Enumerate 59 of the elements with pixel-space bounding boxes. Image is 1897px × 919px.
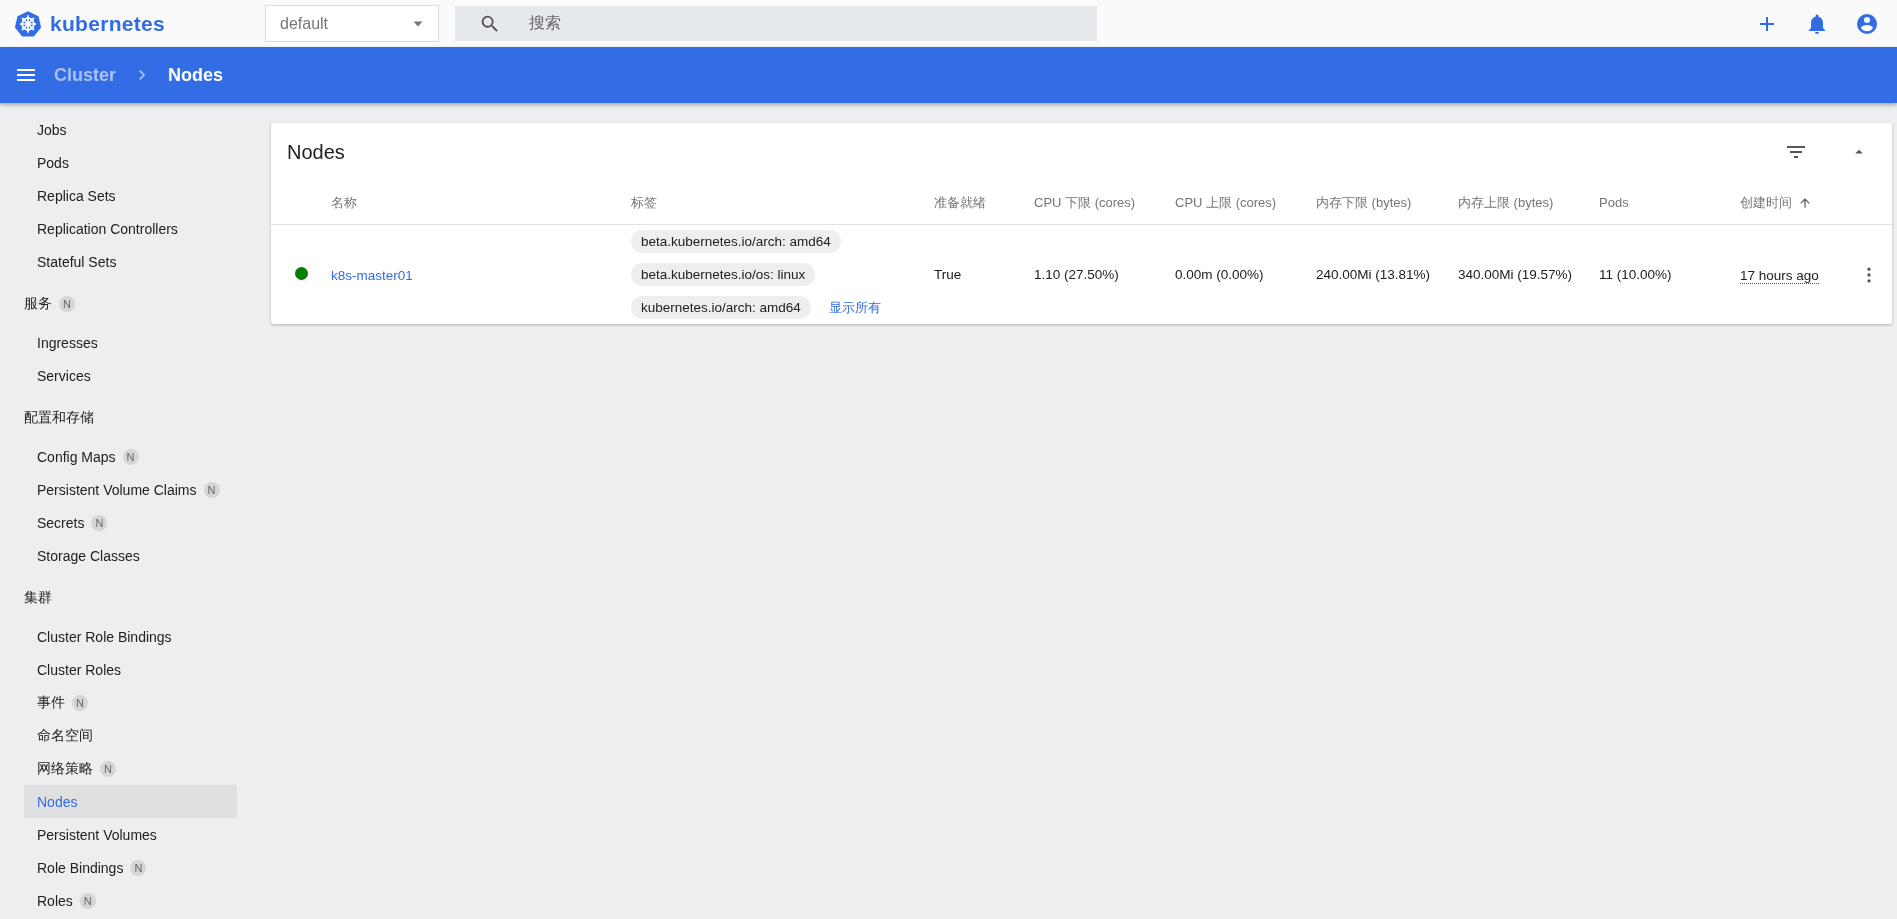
table-cell-text: 1.10 (27.50%) <box>1034 267 1120 282</box>
label-chip: kubernetes.io/arch: amd64 <box>631 296 811 319</box>
sidebar-item[interactable]: Services <box>24 359 237 392</box>
table-cell-text: 0.00m (0.00%) <box>1175 267 1265 282</box>
sidebar-item[interactable]: Stateful Sets <box>24 245 237 278</box>
column-header: 内存上限 (bytes) <box>1458 193 1554 212</box>
sidebar-item[interactable]: Pods <box>24 146 237 179</box>
sidebar-item[interactable]: Cluster Role Bindings <box>24 620 237 653</box>
sidebar-item[interactable]: Roles N <box>24 884 237 917</box>
column-header: 名称 <box>331 193 357 212</box>
new-badge: N <box>122 448 139 465</box>
card-title: Nodes <box>287 140 346 164</box>
new-badge: N <box>79 892 96 909</box>
sidebar-item[interactable]: Cluster Roles <box>24 653 237 686</box>
sidebar-section-title: 配置和存储 <box>24 409 94 427</box>
sidebar-item[interactable]: Replica Sets <box>24 179 237 212</box>
sidebar-item[interactable]: Config Maps N <box>24 440 237 473</box>
column-header: CPU 上限 (cores) <box>1175 193 1277 212</box>
kubernetes-logo-icon <box>14 9 42 38</box>
sidebar-item[interactable]: Nodes <box>24 785 237 818</box>
table-cell-text: 11 (10.00%) <box>1599 267 1673 282</box>
column-header: CPU 下限 (cores) <box>1034 193 1136 212</box>
created-time: 17 hours ago <box>1740 267 1819 284</box>
table-cell-text: 340.00Mi (19.57%) <box>1458 267 1574 282</box>
new-badge: N <box>59 296 75 312</box>
sidebar-item[interactable]: Role Bindings N <box>24 851 237 884</box>
sidebar-item[interactable]: Jobs <box>24 113 237 146</box>
sidebar-section-title: 服务 <box>24 295 52 313</box>
show-all-link[interactable]: 显示所有 <box>828 298 881 317</box>
sidebar-item[interactable]: Persistent Volumes <box>24 818 237 851</box>
sidebar-item[interactable]: Ingresses <box>24 326 237 359</box>
new-badge: N <box>72 694 88 711</box>
table-cell-text: True <box>934 267 963 282</box>
logo-text: kubernetes <box>50 11 166 36</box>
sidebar-item[interactable]: Persistent Volume Claims N <box>24 473 237 506</box>
new-badge: N <box>91 514 108 531</box>
sidebar-item[interactable]: 网络策略 N <box>24 752 237 785</box>
column-header: Pods <box>1599 195 1629 210</box>
label-chip: beta.kubernetes.io/arch: amd64 <box>631 230 841 253</box>
search-field[interactable]: 搜索 <box>455 6 1097 41</box>
sidebar-item[interactable]: Replication Controllers <box>24 212 237 245</box>
new-badge: N <box>100 760 116 777</box>
column-header: 内存下限 (bytes) <box>1316 193 1412 212</box>
column-header: 创建时间 <box>1740 193 1792 212</box>
new-badge: N <box>130 859 147 876</box>
breadcrumb-link[interactable]: Nodes <box>168 64 224 86</box>
sidebar-section-title: 集群 <box>24 589 52 607</box>
label-chip: beta.kubernetes.io/os: linux <box>631 263 816 286</box>
sidebar-item[interactable]: Storage Classes <box>24 539 237 572</box>
node-link[interactable]: k8s-master01 <box>331 267 413 283</box>
table-cell-text: 240.00Mi (13.81%) <box>1316 267 1432 282</box>
user-icon[interactable] <box>1855 11 1879 36</box>
column-header: 准备就绪 <box>934 193 986 212</box>
sidebar-item[interactable]: 事件 N <box>24 686 237 719</box>
column-header: 标签 <box>631 193 657 212</box>
new-badge: N <box>203 481 220 498</box>
sidebar-item[interactable]: 命名空间 <box>24 719 237 752</box>
namespace-select[interactable]: default <box>265 5 439 42</box>
sidebar-item[interactable]: Secrets N <box>24 506 237 539</box>
